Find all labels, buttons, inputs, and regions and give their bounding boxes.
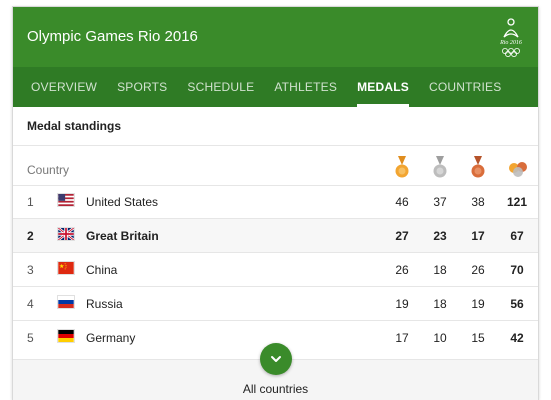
tab-bar: OVERVIEW SPORTS SCHEDULE ATHLETES MEDALS… [13,67,538,107]
silver-count: 10 [433,331,447,345]
section-title: Medal standings [27,119,122,133]
total-medals-icon[interactable] [507,156,529,180]
gold-count: 26 [395,263,409,277]
tab-sports[interactable]: SPORTS [109,67,175,107]
page-title: Olympic Games Rio 2016 [27,28,198,45]
bronze-count: 38 [471,195,485,209]
silver-count: 37 [433,195,447,209]
country-column-header[interactable]: Country [27,163,69,177]
silver-count: 23 [433,229,447,243]
table-row[interactable]: 3 China 26 18 26 70 [13,253,538,286]
silver-medal-icon[interactable] [432,156,448,180]
gold-count: 17 [395,331,409,345]
rank: 1 [27,195,34,209]
header: Olympic Games Rio 2016 Rio 2016 [13,7,538,67]
bronze-medal-icon[interactable] [470,156,486,180]
rio-2016-logo: Rio 2016 [499,18,522,58]
rank: 5 [27,331,34,345]
gold-count: 46 [395,195,409,209]
total-count: 67 [510,229,524,243]
rank: 2 [27,229,34,243]
total-count: 56 [510,297,524,311]
ru-flag-icon [57,295,75,309]
silver-count: 18 [433,263,447,277]
divider [13,145,538,146]
total-count: 70 [510,263,524,277]
total-count: 121 [506,195,528,209]
cn-flag-icon [57,261,75,275]
rank: 3 [27,263,34,277]
table-row[interactable]: 1 United States 46 37 38 121 [13,185,538,218]
country-name: Russia [86,297,123,311]
bronze-count: 26 [471,263,485,277]
gold-count: 27 [395,229,409,243]
rank: 4 [27,297,34,311]
chevron-down-icon [271,356,281,362]
bronze-count: 15 [471,331,485,345]
country-name: United States [86,195,159,209]
medals-card: Olympic Games Rio 2016 Rio 2016 OVERVIEW… [12,6,539,400]
gb-flag-icon [57,227,75,241]
logo-text: Rio 2016 [499,40,522,46]
tab-countries[interactable]: COUNTRIES [421,67,509,107]
gold-medal-icon[interactable] [394,156,410,180]
total-count: 42 [510,331,524,345]
tab-athletes[interactable]: ATHLETES [266,67,345,107]
bronze-count: 17 [471,229,485,243]
silver-count: 18 [433,297,447,311]
tab-medals[interactable]: MEDALS [349,67,417,107]
bronze-count: 19 [471,297,485,311]
de-flag-icon [57,329,75,343]
country-name: China [86,263,118,277]
tab-overview[interactable]: OVERVIEW [23,67,105,107]
us-flag-icon [57,193,75,207]
table-row[interactable]: 2 Great Britain 27 23 17 67 [13,219,538,252]
country-name: Great Britain [86,229,159,243]
all-countries-link[interactable]: All countries [13,382,538,396]
country-name: Germany [86,331,136,345]
table-header: Country [13,152,538,186]
table-row[interactable]: 4 Russia 19 18 19 56 [13,287,538,320]
gold-count: 19 [395,297,409,311]
expand-button[interactable] [260,343,292,375]
tab-schedule[interactable]: SCHEDULE [179,67,262,107]
